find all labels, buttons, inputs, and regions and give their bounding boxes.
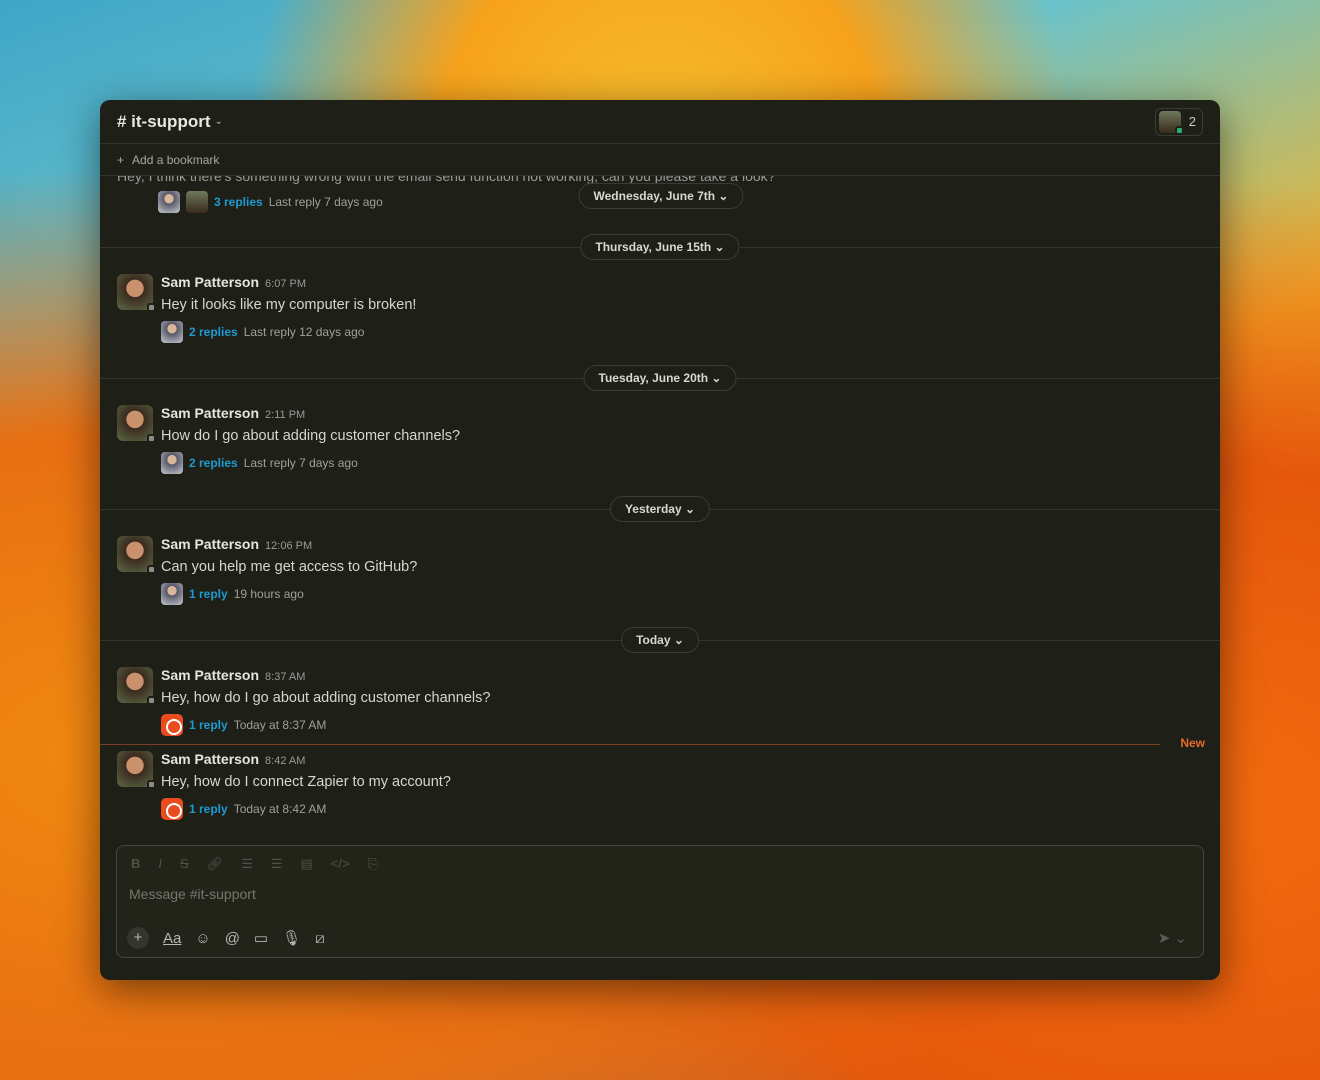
avatar — [1158, 110, 1184, 135]
message[interactable]: Sam Patterson 12:06 PM Can you help me get… — [117, 536, 1203, 605]
bold-icon[interactable]: B — [131, 856, 140, 872]
message-text: Hey, how do I go about adding customer c… — [161, 690, 491, 706]
members-button[interactable]: 2 — [1154, 107, 1203, 136]
last-reply: 19 hours ago — [233, 587, 304, 601]
thread-summary[interactable]: 3 replies Last reply 7 days ago — [158, 191, 383, 213]
last-reply: Last reply 12 days ago — [243, 325, 365, 339]
shortcuts-icon[interactable]: ⧄ — [315, 930, 325, 947]
avatar — [117, 751, 156, 789]
timestamp: 8:37 AM — [265, 671, 306, 683]
thread-summary[interactable]: 1 reply Today at 8:37 AM — [161, 714, 490, 736]
message[interactable]: Sam Patterson 8:42 AM Hey, how do I connec… — [117, 751, 1203, 820]
slack-window: # it-support ⌄ 2 + Add a bookmark Hey, I t… — [100, 100, 1220, 980]
avatar — [117, 405, 156, 443]
message-text: Hey, how do I connect Zapier to my accou… — [161, 774, 451, 790]
member-count: 2 — [1188, 114, 1196, 129]
timestamp: 6:07 PM — [265, 278, 307, 290]
avatar — [117, 667, 156, 705]
thread-summary[interactable]: 1 reply Today at 8:42 AM — [161, 798, 451, 820]
plus-icon: + — [117, 152, 125, 167]
replies-link[interactable]: 2 replies — [189, 456, 238, 470]
sender-name[interactable]: Sam Patterson — [161, 274, 259, 290]
code-icon[interactable]: </> — [331, 856, 350, 872]
message-composer[interactable]: B I S 🔗︎ ☰ ☰ ▤ </> ⎘ Message #it-support + Aa ☺ @ ▭ 🎙… — [116, 845, 1204, 958]
timestamp: 2:11 PM — [265, 409, 306, 421]
microphone-icon[interactable]: 🎙︎ — [282, 929, 301, 947]
message[interactable]: Sam Patterson 6:07 PM Hey it looks like my… — [117, 274, 1203, 343]
message-text: How do I go about adding customer channe… — [161, 428, 461, 444]
message[interactable]: Sam Patterson 8:37 AM Hey, how do I go abo… — [117, 667, 1203, 736]
avatar — [158, 191, 180, 213]
last-reply: Today at 8:42 AM — [233, 802, 327, 816]
text-format-icon[interactable]: Aa — [163, 930, 181, 947]
strikethrough-icon[interactable]: S — [180, 856, 189, 872]
date-divider[interactable]: Yesterday ⌄ — [609, 496, 711, 522]
date-divider[interactable]: Today ⌄ — [621, 627, 699, 653]
ordered-list-icon[interactable]: ☰ — [241, 856, 253, 872]
new-messages-label: New — [1180, 736, 1205, 750]
italic-icon[interactable]: I — [158, 856, 162, 872]
bookmark-label: Add a bookmark — [132, 152, 220, 167]
timestamp: 12:06 PM — [265, 540, 313, 552]
thread-summary[interactable]: 2 replies Last reply 12 days ago — [161, 321, 416, 343]
message-input[interactable]: Message #it-support — [117, 882, 1203, 906]
thread-summary[interactable]: 2 replies Last reply 7 days ago — [161, 452, 460, 474]
channel-name[interactable]: # it-support — [117, 112, 211, 132]
last-reply: Today at 8:37 AM — [233, 718, 327, 732]
date-divider[interactable]: Wednesday, June 7th ⌄ — [578, 183, 744, 209]
last-reply: Last reply 7 days ago — [268, 195, 383, 209]
plus-icon[interactable]: + — [127, 927, 149, 949]
chevron-down-icon[interactable]: ⌄ — [215, 116, 223, 127]
link-icon[interactable]: 🔗︎ — [207, 856, 224, 872]
emoji-icon[interactable]: ☺ — [195, 930, 210, 947]
mention-icon[interactable]: @ — [225, 930, 240, 947]
replies-link[interactable]: 1 reply — [189, 587, 228, 601]
message[interactable]: Sam Patterson 2:11 PM How do I go about ad… — [117, 405, 1203, 474]
date-divider[interactable]: Thursday, June 15th ⌄ — [580, 234, 740, 260]
last-reply: Last reply 7 days ago — [243, 456, 358, 470]
replies-link[interactable]: 2 replies — [189, 325, 238, 339]
bulleted-list-icon[interactable]: ☰ — [271, 856, 283, 872]
replies-link[interactable]: 1 reply — [189, 802, 228, 816]
message-text: Hey it looks like my computer is broken! — [161, 297, 417, 313]
blockquote-icon[interactable]: ▤ — [301, 856, 313, 872]
message-text: Can you help me get access to GitHub? — [161, 559, 418, 575]
add-bookmark-button[interactable]: + Add a bookmark — [100, 144, 1220, 176]
date-divider[interactable]: Tuesday, June 20th ⌄ — [583, 365, 737, 391]
channel-header: # it-support ⌄ 2 — [100, 100, 1220, 144]
code-block-icon[interactable]: ⎘ — [368, 856, 378, 872]
thread-summary[interactable]: 1 reply 19 hours ago — [161, 583, 417, 605]
replies-link[interactable]: 3 replies — [214, 195, 263, 209]
sender-name[interactable]: Sam Patterson — [161, 405, 259, 421]
avatar — [186, 191, 208, 213]
sender-name[interactable]: Sam Patterson — [161, 536, 259, 552]
sender-name[interactable]: Sam Patterson — [161, 751, 259, 767]
sender-name[interactable]: Sam Patterson — [161, 667, 259, 683]
formatting-toolbar: B I S 🔗︎ ☰ ☰ ▤ </> ⎘ — [117, 846, 1203, 882]
replies-link[interactable]: 1 reply — [189, 718, 228, 732]
video-icon[interactable]: ▭ — [254, 929, 268, 947]
avatar — [117, 536, 156, 574]
timestamp: 8:42 AM — [265, 755, 306, 767]
composer-actions: + Aa ☺ @ ▭ 🎙︎ ⧄ — [127, 927, 325, 949]
send-icon[interactable]: ➤ ⌄ — [1158, 929, 1187, 947]
message-feed[interactable]: Hey, I think there's something wrong wit… — [100, 176, 1220, 843]
avatar — [117, 274, 156, 312]
